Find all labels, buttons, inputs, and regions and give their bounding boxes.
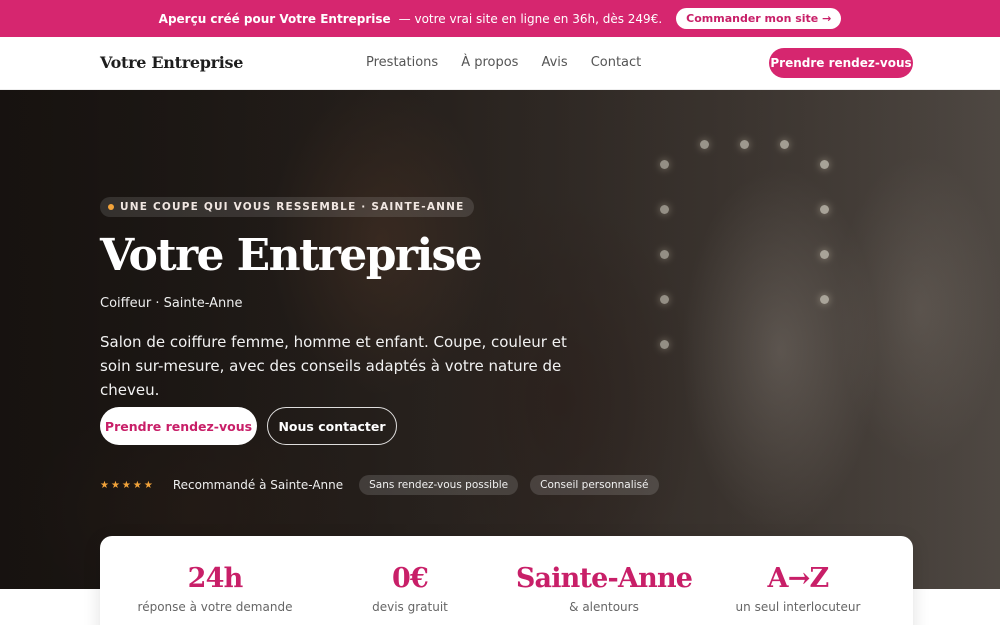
stat-value: 24h (187, 563, 244, 594)
stat-label: réponse à votre demande (137, 600, 293, 614)
hero-description: Salon de coiffure femme, homme et enfant… (100, 333, 567, 399)
stats-card: 24h réponse à votre demande 0€ devis gra… (100, 536, 913, 625)
nav-item-prestations[interactable]: Prestations (366, 55, 438, 70)
stat-label: devis gratuit (372, 600, 448, 614)
hero-eyebrow-text: UNE COUPE QUI VOUS RESSEMBLE · SAINTE-AN… (120, 201, 465, 213)
stat-value: 0€ (392, 563, 429, 594)
star-rating-icon: ★★★★★ (100, 479, 155, 491)
hero-contact-button[interactable]: Nous contacter (267, 407, 397, 445)
order-site-button[interactable]: Commander mon site → (676, 8, 842, 29)
stat-label: un seul interlocuteur (735, 600, 861, 614)
nav-item-a-propos[interactable]: À propos (461, 55, 518, 70)
promo-lead: Aperçu créé pour Votre Entreprise (158, 11, 391, 26)
hero-appointment-button[interactable]: Prendre rendez-vous (100, 407, 257, 445)
nav-item-avis[interactable]: Avis (541, 55, 567, 70)
stat-label: & alentours (569, 600, 639, 614)
trust-row: ★★★★★ Recommandé à Sainte-Anne Sans rend… (100, 475, 671, 495)
dot-icon (108, 204, 114, 210)
brand-logo[interactable]: Votre Entreprise (100, 53, 243, 72)
hero-subtitle: Coiffeur · Sainte-Anne (100, 296, 243, 311)
stat-value: Sainte-Anne (515, 563, 693, 594)
stat-area: Sainte-Anne & alentours (509, 563, 699, 614)
rating-text: Recommandé à Sainte-Anne (172, 478, 344, 492)
hero-section: UNE COUPE QUI VOUS RESSEMBLE · SAINTE-AN… (0, 90, 1000, 589)
stat-single-contact: A→Z un seul interlocuteur (703, 563, 893, 614)
hero-eyebrow-badge: UNE COUPE QUI VOUS RESSEMBLE · SAINTE-AN… (100, 197, 474, 217)
stat-value: A→Z (767, 563, 830, 594)
main-nav: Prestations À propos Avis Contact (366, 55, 641, 70)
nav-item-contact[interactable]: Contact (591, 55, 642, 70)
feature-pill-advice: Conseil personnalisé (530, 475, 659, 495)
promo-banner: Aperçu créé pour Votre Entreprise — votr… (0, 0, 1000, 37)
stat-free-quote: 0€ devis gratuit (315, 563, 505, 614)
stat-response-time: 24h réponse à votre demande (120, 563, 310, 614)
site-header: Votre Entreprise Prestations À propos Av… (0, 37, 1000, 90)
feature-pill-walk-in: Sans rendez-vous possible (359, 475, 519, 495)
hero-title: Votre Entreprise (100, 230, 483, 281)
promo-text: — votre vrai site en ligne en 36h, dès 2… (398, 11, 663, 26)
header-appointment-button[interactable]: Prendre rendez-vous (769, 48, 913, 78)
